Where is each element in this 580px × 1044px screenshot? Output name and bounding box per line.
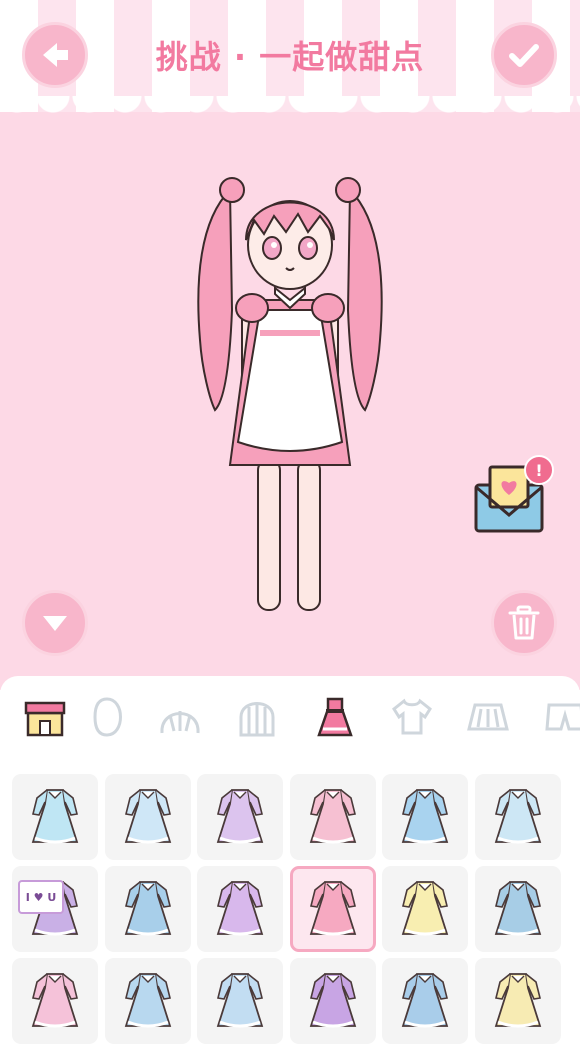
purple-long-dress-icon [309, 973, 357, 1028]
purple-sailor-dress-icon [216, 881, 264, 936]
sailor-dress-icon [124, 881, 171, 936]
confirm-button[interactable] [491, 22, 557, 88]
shop-icon [24, 701, 66, 737]
face-icon [93, 697, 122, 737]
clothing-item[interactable] [382, 958, 469, 1044]
arrow-left-icon [43, 43, 68, 67]
skirt-icon [467, 703, 509, 731]
notification-badge: ! [524, 455, 554, 485]
pink-white-apron-dress-icon [309, 881, 357, 936]
blue-overall-dress-icon [494, 881, 542, 936]
collapse-button[interactable] [22, 590, 88, 656]
clothing-item[interactable] [382, 774, 469, 860]
front-hair-icon [160, 711, 200, 734]
clothing-item[interactable] [289, 866, 376, 952]
clothing-item[interactable]: I ♥ U [12, 866, 98, 952]
sign-board: I ♥ U [18, 880, 64, 914]
category-tab-bar [0, 676, 580, 760]
tab-skirt[interactable] [463, 692, 513, 742]
yellow-sweater-dress-icon [402, 881, 449, 936]
dress-up-stage: 挑战 · 一起做甜点 ! [0, 0, 580, 690]
blue-long-dress-icon [124, 973, 171, 1028]
tab-back-hair[interactable] [232, 692, 282, 742]
shirt-icon [392, 698, 432, 735]
lavender-ribbon-dress-icon [216, 789, 264, 844]
clothing-item[interactable] [289, 958, 376, 1044]
wardrobe-panel: I ♥ U [0, 676, 580, 1044]
back-button[interactable] [22, 22, 88, 88]
blue-bow-dress-icon [494, 789, 542, 844]
clothing-item[interactable] [475, 774, 561, 860]
clothing-item[interactable] [12, 774, 98, 860]
page-title: 挑战 · 一起做甜点 [155, 38, 425, 76]
clothing-item[interactable] [475, 866, 561, 952]
light-blue-gown-icon [31, 789, 79, 844]
clothing-item[interactable] [12, 958, 98, 1044]
clothing-item[interactable] [197, 774, 284, 860]
awning-scallop-edge [0, 96, 580, 130]
character-figure [197, 177, 383, 611]
white-blue-frill-dress-icon [124, 789, 171, 844]
clothing-item[interactable] [382, 866, 469, 952]
clothing-item[interactable] [289, 774, 376, 860]
clothing-item[interactable] [104, 866, 191, 952]
clothing-item[interactable] [197, 958, 284, 1044]
tab-dress[interactable] [310, 692, 360, 742]
blue-maxi-dress-icon [402, 973, 449, 1028]
tab-shorts[interactable] [540, 692, 580, 742]
blue-ruffle-dress-icon [216, 973, 264, 1028]
trash-can-icon [508, 605, 540, 640]
shorts-icon [545, 703, 580, 731]
clothing-item[interactable] [104, 774, 191, 860]
tab-front-hair[interactable] [155, 692, 205, 742]
trash-button[interactable] [491, 590, 557, 656]
blue-pinafore-dress-icon [402, 789, 449, 844]
back-hair-icon [239, 702, 275, 737]
triangle-down-icon [43, 616, 67, 631]
clothing-item[interactable] [475, 958, 561, 1044]
checkmark-icon [509, 44, 539, 67]
clothing-item[interactable] [104, 958, 191, 1044]
tab-top[interactable] [387, 692, 437, 742]
tab-shop[interactable] [20, 692, 70, 742]
clothing-item[interactable] [197, 866, 284, 952]
tab-face[interactable] [82, 692, 132, 742]
pink-yellow-dress-icon [309, 789, 357, 844]
yellow-maxi-dress-icon [494, 973, 542, 1028]
pink-heart-dress-icon [31, 973, 79, 1028]
mail-button[interactable]: ! [472, 455, 554, 535]
dress-icon [317, 697, 353, 737]
